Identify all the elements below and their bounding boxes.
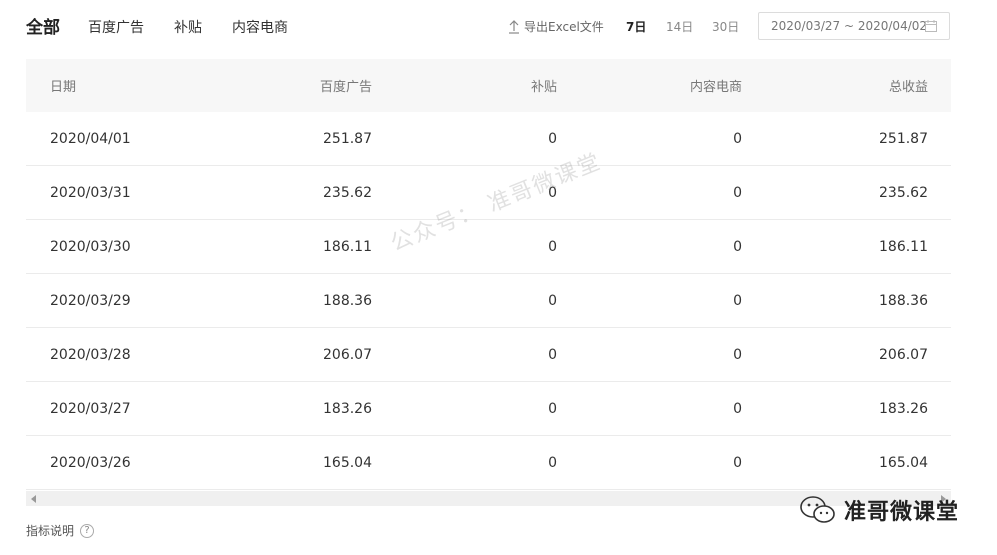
table-body: 2020/04/01 251.87 0 0 251.87 2020/03/31 235.62… xyxy=(26,112,951,490)
cell-subsidy: 0 xyxy=(548,400,557,417)
cell-total-earnings: 183.26 xyxy=(879,400,928,417)
export-excel-button[interactable]: 导出Excel文件 xyxy=(508,18,604,35)
cell-baidu-ads: 188.36 xyxy=(323,292,372,309)
wechat-logo-icon xyxy=(800,496,835,523)
cell-content-ecommerce: 0 xyxy=(733,292,742,309)
period-14d[interactable]: 14日 xyxy=(666,18,693,35)
cell-date: 2020/03/29 xyxy=(50,292,131,309)
cell-date: 2020/04/01 xyxy=(50,130,131,147)
cell-baidu-ads: 206.07 xyxy=(323,346,372,363)
date-range-picker[interactable]: 2020/03/27 ~ 2020/04/02 xyxy=(758,12,950,40)
cell-content-ecommerce: 0 xyxy=(733,184,742,201)
cell-total-earnings: 186.11 xyxy=(879,238,928,255)
table-row: 2020/03/26 165.04 0 0 165.04 xyxy=(26,436,951,490)
cell-baidu-ads: 235.62 xyxy=(323,184,372,201)
table-row: 2020/03/29 188.36 0 0 188.36 xyxy=(26,274,951,328)
cell-total-earnings: 165.04 xyxy=(879,454,928,471)
cell-date: 2020/03/28 xyxy=(50,346,131,363)
cell-total-earnings: 251.87 xyxy=(879,130,928,147)
cell-subsidy: 0 xyxy=(548,292,557,309)
cell-date: 2020/03/31 xyxy=(50,184,131,201)
cell-content-ecommerce: 0 xyxy=(733,400,742,417)
metric-note-link[interactable]: 指标说明 ? xyxy=(26,522,95,539)
cell-content-ecommerce: 0 xyxy=(733,346,742,363)
cell-content-ecommerce: 0 xyxy=(733,130,742,147)
brand-watermark-text: 准哥微课堂 xyxy=(844,500,960,525)
scroll-left-icon[interactable] xyxy=(31,495,36,503)
date-range-value: 2020/03/27 ~ 2020/04/02 xyxy=(771,19,928,33)
cell-subsidy: 0 xyxy=(548,346,557,363)
table-header: 日期 百度广告 补贴 内容电商 总收益 xyxy=(26,59,951,112)
header-content-ecommerce: 内容电商 xyxy=(689,80,742,95)
cell-baidu-ads: 183.26 xyxy=(323,400,372,417)
tab-baidu-ads[interactable]: 百度广告 xyxy=(88,17,144,37)
top-bar: 全部 百度广告 补贴 内容电商 导出Excel文件 7日 14日 30日 202… xyxy=(0,0,997,56)
cell-subsidy: 0 xyxy=(548,130,557,147)
cell-baidu-ads: 165.04 xyxy=(323,454,372,471)
table-row: 2020/03/28 206.07 0 0 206.07 xyxy=(26,328,951,382)
calendar-icon xyxy=(925,20,937,32)
cell-total-earnings: 235.62 xyxy=(879,184,928,201)
metric-note-label: 指标说明 xyxy=(26,524,75,538)
period-7d[interactable]: 7日 xyxy=(626,18,646,35)
cell-date: 2020/03/27 xyxy=(50,400,131,417)
upload-icon xyxy=(509,19,519,34)
tab-all[interactable]: 全部 xyxy=(26,13,60,38)
export-label: 导出Excel文件 xyxy=(524,20,604,34)
cell-subsidy: 0 xyxy=(548,454,557,471)
cell-baidu-ads: 251.87 xyxy=(323,130,372,147)
cell-total-earnings: 206.07 xyxy=(879,346,928,363)
tab-subsidy[interactable]: 补贴 xyxy=(174,17,202,37)
header-baidu-ads: 百度广告 xyxy=(319,80,372,95)
cell-total-earnings: 188.36 xyxy=(879,292,928,309)
tab-content-ecommerce[interactable]: 内容电商 xyxy=(232,17,288,37)
period-30d[interactable]: 30日 xyxy=(712,18,739,35)
header-subsidy: 补贴 xyxy=(530,80,557,95)
cell-date: 2020/03/26 xyxy=(50,454,131,471)
cell-date: 2020/03/30 xyxy=(50,238,131,255)
table-row: 2020/03/30 186.11 0 0 186.11 xyxy=(26,220,951,274)
earnings-table: 日期 百度广告 补贴 内容电商 总收益 2020/04/01 251.87 0 0 25… xyxy=(26,59,951,490)
cell-baidu-ads: 186.11 xyxy=(323,238,372,255)
header-date: 日期 xyxy=(50,80,77,95)
cell-subsidy: 0 xyxy=(548,238,557,255)
table-row: 2020/03/27 183.26 0 0 183.26 xyxy=(26,382,951,436)
cell-content-ecommerce: 0 xyxy=(733,238,742,255)
header-total-earnings: 总收益 xyxy=(888,80,928,95)
brand-watermark: 准哥微课堂 xyxy=(798,494,959,526)
help-icon[interactable]: ? xyxy=(80,523,95,538)
cell-content-ecommerce: 0 xyxy=(733,454,742,471)
table-row: 2020/04/01 251.87 0 0 251.87 xyxy=(26,112,951,166)
